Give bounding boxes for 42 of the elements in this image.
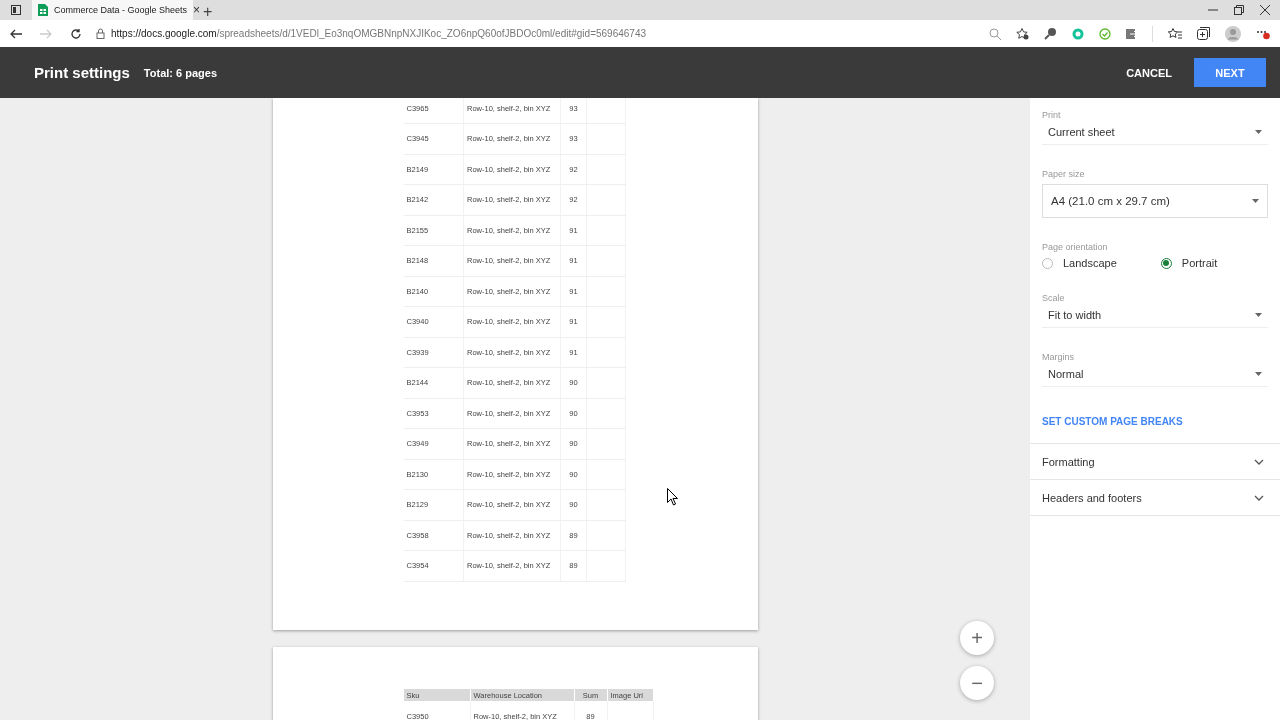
tab-actions-icon[interactable]: [11, 5, 21, 15]
lock-icon: [96, 28, 105, 39]
collections-icon[interactable]: [1197, 27, 1210, 40]
add-favorite-icon[interactable]: [1016, 27, 1029, 40]
zoom-out-button[interactable]: −: [960, 666, 994, 700]
field-label: Paper size: [1042, 169, 1086, 179]
dropdown-caret-icon: [1255, 130, 1262, 134]
close-icon[interactable]: [1260, 5, 1270, 15]
address-bar[interactable]: https://docs.google.com/spreadsheets/d/1VEDl_Eo3nqOMGBNnpNXJIKoc_ZO6npQ60ofJBDOc0ml/edit#gid=569646743: [96, 28, 647, 39]
dropdown[interactable]: Normal: [1042, 367, 1268, 387]
radio-option[interactable]: Landscape: [1042, 257, 1117, 269]
zoom-in-button[interactable]: +: [960, 621, 994, 655]
search-icon[interactable]: [1044, 27, 1057, 40]
cancel-button[interactable]: CANCEL: [1114, 58, 1184, 87]
new-tab-button[interactable]: +: [199, 4, 217, 20]
close-tab-icon[interactable]: ×: [193, 4, 201, 16]
page-breaks-link[interactable]: SET CUSTOM PAGE BREAKS: [1042, 416, 1183, 427]
dropdown[interactable]: Current sheet: [1042, 125, 1268, 145]
dropdown-caret-icon: [1255, 372, 1262, 376]
avatar-icon[interactable]: [1225, 25, 1241, 42]
restore-icon[interactable]: [1234, 5, 1244, 15]
check-icon[interactable]: [1099, 27, 1111, 40]
chevron-down-icon: [1254, 458, 1264, 465]
next-button[interactable]: NEXT: [1194, 58, 1266, 87]
cursor-icon: [667, 488, 678, 506]
page-title: Print settings: [34, 64, 130, 81]
field-label: Margins: [1042, 352, 1075, 362]
dropdown[interactable]: Fit to width: [1042, 308, 1268, 328]
spreadsheet-icon: [38, 4, 48, 16]
field-label: Print: [1042, 110, 1062, 120]
back-icon[interactable]: [10, 28, 22, 39]
dropdown[interactable]: A4 (21.0 cm x 29.7 cm): [1042, 184, 1268, 218]
dropdown-caret-icon: [1252, 199, 1259, 203]
page-count: Total: 6 pages: [143, 66, 217, 79]
chevron-down-icon: [1254, 494, 1264, 501]
zoom-icon[interactable]: [989, 27, 1001, 40]
field-label: Scale: [1042, 293, 1066, 303]
radio-option[interactable]: Portrait: [1160, 257, 1218, 269]
favorites-icon[interactable]: [1168, 27, 1182, 40]
field-label: Page orientation: [1042, 242, 1109, 252]
dropdown-caret-icon: [1255, 313, 1262, 317]
reload-icon[interactable]: [70, 27, 82, 40]
